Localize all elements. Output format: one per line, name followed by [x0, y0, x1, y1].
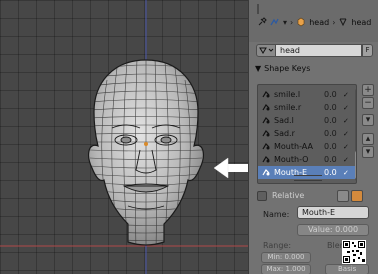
edit-mode-shape-button[interactable]	[351, 190, 363, 202]
checkmark-icon[interactable]: ✓	[343, 130, 349, 138]
mesh-icon	[259, 47, 274, 54]
move-down-button[interactable]: ▾	[362, 146, 374, 158]
shape-key-list[interactable]: smile.l 0.0 ✓ smile.r 0.0 ✓ Sad.l 0.0 ✓ …	[257, 84, 357, 184]
relative-checkbox[interactable]	[257, 191, 267, 201]
remove-shape-key-button[interactable]: −	[362, 97, 374, 109]
shape-key-name: Sad.l	[274, 116, 294, 125]
checkmark-icon[interactable]: ✓	[343, 143, 349, 151]
relative-key-selector[interactable]: Basis	[325, 264, 369, 274]
shape-key-name: Sad.r	[274, 129, 295, 138]
shape-key-value[interactable]: 0.0	[324, 168, 337, 177]
shape-keys-panel-header[interactable]: ▼ Shape Keys	[255, 64, 310, 73]
shape-key-icon	[262, 91, 270, 98]
shape-key-value[interactable]: 0.0	[324, 155, 337, 164]
basis-value: Basis	[338, 265, 357, 273]
add-shape-key-button[interactable]: +	[362, 84, 374, 96]
checkmark-icon[interactable]: ✓	[343, 117, 349, 125]
shape-key-name-field[interactable]: Mouth-E	[297, 206, 369, 219]
list-scrollbar-thumb[interactable]	[355, 151, 356, 179]
list-item[interactable]: Sad.l 0.0 ✓	[258, 114, 356, 127]
checkmark-icon[interactable]: ✓	[343, 104, 349, 112]
range-label: Range:	[263, 241, 292, 250]
shape-key-value[interactable]: 0.0	[324, 90, 337, 99]
relative-label: Relative	[272, 191, 305, 200]
shape-key-icon	[262, 143, 270, 150]
shape-key-value[interactable]: 0.0	[324, 142, 337, 151]
panel-header: ▾ › head › head	[249, 0, 378, 42]
chevron-down-icon: ▼	[255, 64, 262, 73]
object-icon	[297, 17, 305, 27]
specials-menu-button[interactable]: ▾	[362, 114, 374, 126]
shape-keys-title: Shape Keys	[264, 64, 311, 73]
shape-key-name: Mouth-AA	[274, 142, 313, 151]
chevron-right-icon: ›	[332, 17, 336, 27]
origin-point	[144, 142, 148, 146]
list-resize-grip[interactable]	[294, 175, 322, 181]
checkmark-icon[interactable]: ✓	[343, 91, 349, 99]
breadcrumb: ▾ › head › head	[257, 17, 371, 27]
shape-key-icon	[262, 169, 270, 176]
pin-icon[interactable]	[257, 17, 267, 27]
list-item[interactable]: smile.l 0.0 ✓	[258, 88, 356, 101]
shape-key-name: Mouth-O	[274, 155, 309, 164]
range-max-field[interactable]: Max: 1.000	[261, 264, 311, 274]
mesh-datablock-selector: head F	[256, 44, 373, 57]
mesh-browse-button[interactable]	[256, 44, 276, 57]
list-item[interactable]: smile.r 0.0 ✓	[258, 101, 356, 114]
shape-key-name: smile.r	[274, 103, 302, 112]
mesh-icon	[339, 18, 347, 27]
name-label: Name:	[263, 210, 290, 219]
relative-row: Relative	[257, 190, 375, 203]
shape-key-icon	[262, 130, 270, 137]
move-up-button[interactable]: ▴	[362, 133, 374, 145]
scrollbar-icon	[257, 4, 259, 14]
shape-key-value[interactable]: 0.0	[324, 103, 337, 112]
shape-key-icon	[262, 156, 270, 163]
mesh-name-field[interactable]: head	[276, 44, 362, 57]
shape-key-value[interactable]: 0.0	[324, 116, 337, 125]
head-mesh	[88, 59, 204, 246]
checkmark-icon[interactable]: ✓	[343, 156, 349, 164]
arrow-icon	[213, 157, 248, 179]
shape-key-name: smile.l	[274, 90, 301, 99]
shape-key-value-slider[interactable]: Value: 0.000	[297, 224, 369, 236]
list-item[interactable]: Sad.r 0.0 ✓	[258, 127, 356, 140]
scene-icon	[270, 18, 279, 26]
breadcrumb-mesh[interactable]: head	[351, 18, 371, 27]
3d-viewport[interactable]	[0, 0, 248, 274]
qr-code-icon	[342, 240, 366, 264]
chevron-down-icon: ▾	[283, 17, 288, 27]
chevron-right-icon: ›	[290, 17, 294, 27]
qr-pattern	[343, 241, 365, 263]
breadcrumb-object[interactable]: head	[309, 18, 329, 27]
range-min-field[interactable]: Min: 0.000	[261, 252, 311, 263]
list-item[interactable]: Mouth-AA 0.0 ✓	[258, 140, 356, 153]
properties-panel: ▾ › head › head head F ▼ Shape Keys smil…	[248, 0, 378, 274]
pin-shape-button[interactable]	[337, 190, 349, 202]
shape-key-icon	[262, 117, 270, 124]
list-item[interactable]: Mouth-O 0.0 ✓	[258, 153, 356, 166]
fake-user-button[interactable]: F	[362, 44, 373, 57]
viewport-canvas	[0, 0, 248, 274]
checkmark-icon[interactable]: ✓	[343, 169, 349, 177]
shape-key-value[interactable]: 0.0	[324, 129, 337, 138]
shape-key-icon	[262, 104, 270, 111]
